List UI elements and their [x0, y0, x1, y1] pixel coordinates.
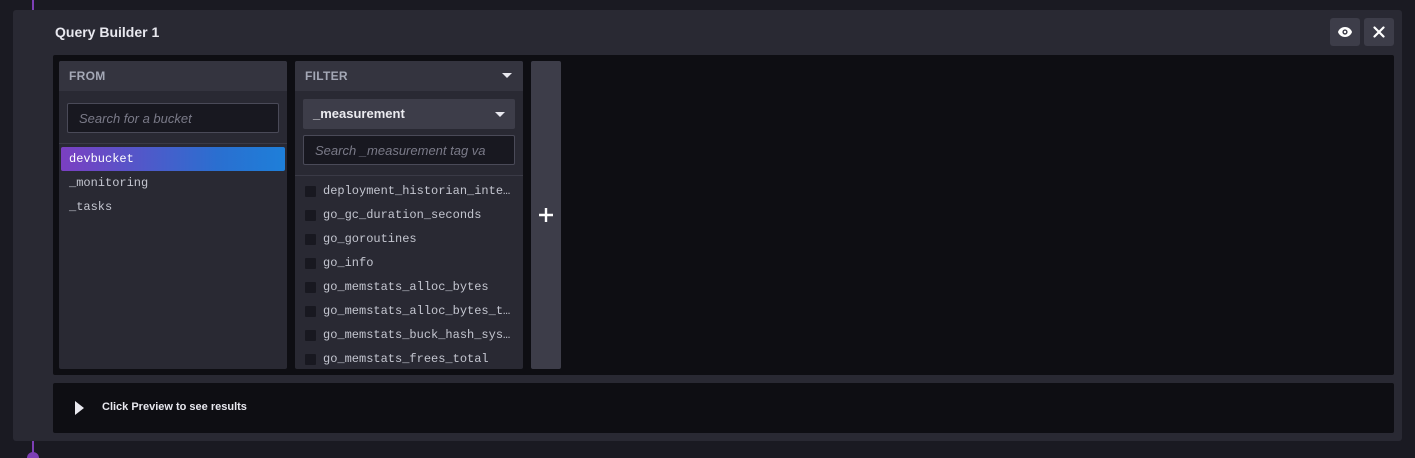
panel-title: Query Builder 1 — [55, 24, 160, 40]
tag-value-label: go_memstats_alloc_bytes_total — [323, 304, 513, 318]
filter-header[interactable]: FILTER — [295, 61, 523, 91]
tag-value-item[interactable]: go_memstats_alloc_bytes — [295, 275, 523, 299]
caret-down-icon — [495, 112, 505, 117]
tag-value-item[interactable]: go_goroutines — [295, 227, 523, 251]
query-builder-panel: Query Builder 1 FROM devbucket _monitori… — [13, 10, 1402, 441]
tag-value-item[interactable]: go_info — [295, 251, 523, 275]
from-card: FROM devbucket _monitoring _tasks — [59, 61, 287, 369]
tag-value-item[interactable]: go_memstats_frees_total — [295, 347, 523, 369]
tag-value-item[interactable]: go_memstats_alloc_bytes_total — [295, 299, 523, 323]
divider — [59, 143, 287, 144]
close-icon — [1373, 26, 1385, 38]
play-icon[interactable] — [75, 401, 84, 415]
preview-bar: Click Preview to see results — [53, 383, 1394, 433]
tag-value-search-input[interactable] — [303, 135, 515, 165]
divider — [295, 175, 523, 176]
timeline-dot-next — [27, 452, 39, 458]
tag-value-item[interactable]: go_gc_duration_seconds — [295, 203, 523, 227]
toggle-visibility-button[interactable] — [1330, 18, 1360, 46]
filter-card: FILTER _measurement deployment_historian… — [295, 61, 523, 369]
tag-value-label: go_memstats_buck_hash_sys_bytes — [323, 328, 513, 342]
tag-value-label: go_memstats_frees_total — [323, 352, 489, 366]
bucket-item-tasks[interactable]: _tasks — [61, 195, 285, 219]
tag-value-label: go_memstats_alloc_bytes — [323, 280, 489, 294]
tag-value-list: deployment_historian_internal go_gc_dura… — [295, 178, 523, 369]
caret-down-icon — [502, 73, 512, 78]
tag-value-item[interactable]: deployment_historian_internal — [295, 179, 523, 203]
checkbox[interactable] — [305, 353, 316, 365]
close-button[interactable] — [1364, 18, 1394, 46]
preview-hint: Click Preview to see results — [102, 401, 247, 413]
tag-value-label: go_goroutines — [323, 232, 417, 246]
tag-key-value: _measurement — [313, 106, 405, 121]
tag-value-label: go_info — [323, 256, 374, 270]
eye-icon — [1338, 27, 1352, 37]
checkbox[interactable] — [305, 305, 316, 317]
tag-key-select[interactable]: _measurement — [303, 99, 515, 129]
checkbox[interactable] — [305, 281, 316, 293]
bucket-item-monitoring[interactable]: _monitoring — [61, 171, 285, 195]
checkbox[interactable] — [305, 209, 316, 221]
checkbox[interactable] — [305, 257, 316, 269]
tag-value-label: go_gc_duration_seconds — [323, 208, 482, 222]
bucket-search-input[interactable] — [67, 103, 279, 133]
bucket-list: devbucket _monitoring _tasks — [59, 146, 287, 220]
tag-value-label: deployment_historian_internal — [323, 184, 513, 198]
bucket-item-devbucket[interactable]: devbucket — [61, 147, 285, 171]
builder-area: FROM devbucket _monitoring _tasks FILTER… — [53, 55, 1394, 375]
add-filter-button[interactable] — [531, 61, 561, 369]
checkbox[interactable] — [305, 185, 316, 197]
tag-value-item[interactable]: go_memstats_buck_hash_sys_bytes — [295, 323, 523, 347]
from-header: FROM — [59, 61, 287, 91]
plus-icon — [539, 208, 553, 222]
checkbox[interactable] — [305, 233, 316, 245]
checkbox[interactable] — [305, 329, 316, 341]
filter-header-label: FILTER — [305, 69, 348, 83]
